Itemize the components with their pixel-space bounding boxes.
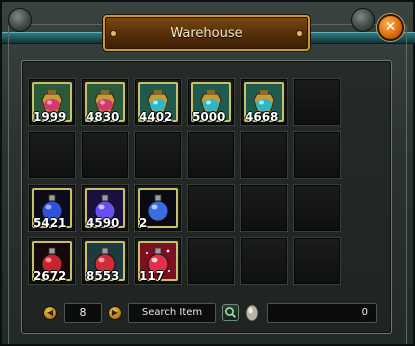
item-quantity: 1999: [33, 110, 67, 124]
inventory-slot-filled[interactable]: 5421: [28, 184, 76, 232]
inventory-slot-empty[interactable]: [293, 78, 341, 126]
window-title: Warehouse: [170, 26, 243, 41]
inventory-slot-empty[interactable]: [293, 237, 341, 285]
inventory-slot-filled[interactable]: 8553: [81, 237, 129, 285]
inventory-slot-empty[interactable]: [28, 131, 76, 179]
prev-page-button[interactable]: ◀: [43, 306, 57, 320]
inventory-slot-empty[interactable]: [293, 184, 341, 232]
search-icon: [225, 307, 236, 318]
inventory-slot-empty[interactable]: [187, 237, 235, 285]
inventory-slot-empty[interactable]: [81, 131, 129, 179]
close-button[interactable]: ✕: [377, 14, 404, 41]
corner-ornament: [8, 8, 32, 32]
inventory-slot-filled[interactable]: 1999: [28, 78, 76, 126]
search-button[interactable]: [222, 304, 239, 321]
inventory-slot-filled[interactable]: 2672: [28, 237, 76, 285]
gold-amount: 0: [267, 303, 377, 323]
inventory-slot-empty[interactable]: [240, 131, 288, 179]
inventory-slot-empty[interactable]: [293, 131, 341, 179]
next-page-button[interactable]: ▶: [108, 306, 122, 320]
inventory-slot-filled[interactable]: 4668: [240, 78, 288, 126]
title-plate: Warehouse: [103, 15, 310, 51]
item-quantity: 5000: [192, 110, 226, 124]
page-number: 8: [64, 303, 102, 323]
inventory-slot-filled[interactable]: 4402: [134, 78, 182, 126]
item-quantity: 117: [139, 269, 165, 283]
search-item-input[interactable]: Search Item: [128, 303, 216, 323]
inventory-slot-filled[interactable]: 5000: [187, 78, 235, 126]
item-quantity: 4830: [86, 110, 120, 124]
inventory-slot-filled[interactable]: 4590: [81, 184, 129, 232]
inventory-slot-empty[interactable]: [134, 131, 182, 179]
item-quantity: 5421: [33, 216, 67, 230]
inventory-slot-empty[interactable]: [187, 131, 235, 179]
item-quantity: 4402: [139, 110, 173, 124]
inventory-slot-empty[interactable]: [187, 184, 235, 232]
item-quantity: 2: [139, 216, 148, 230]
item-quantity: 4590: [86, 216, 120, 230]
inventory-slot-filled[interactable]: 117: [134, 237, 182, 285]
inventory-slot-filled[interactable]: 4830: [81, 78, 129, 126]
item-quantity: 4668: [245, 110, 279, 124]
warehouse-toolbar: ◀ 8 ▶ Search Item 0: [37, 300, 377, 326]
inventory-slot-empty[interactable]: [240, 184, 288, 232]
corner-ornament: [351, 8, 375, 32]
inventory-slot-empty[interactable]: [240, 237, 288, 285]
item-quantity: 2672: [33, 269, 67, 283]
gold-icon: [243, 303, 261, 323]
item-quantity: 8553: [86, 269, 120, 283]
inventory-slot-filled[interactable]: 2: [134, 184, 182, 232]
